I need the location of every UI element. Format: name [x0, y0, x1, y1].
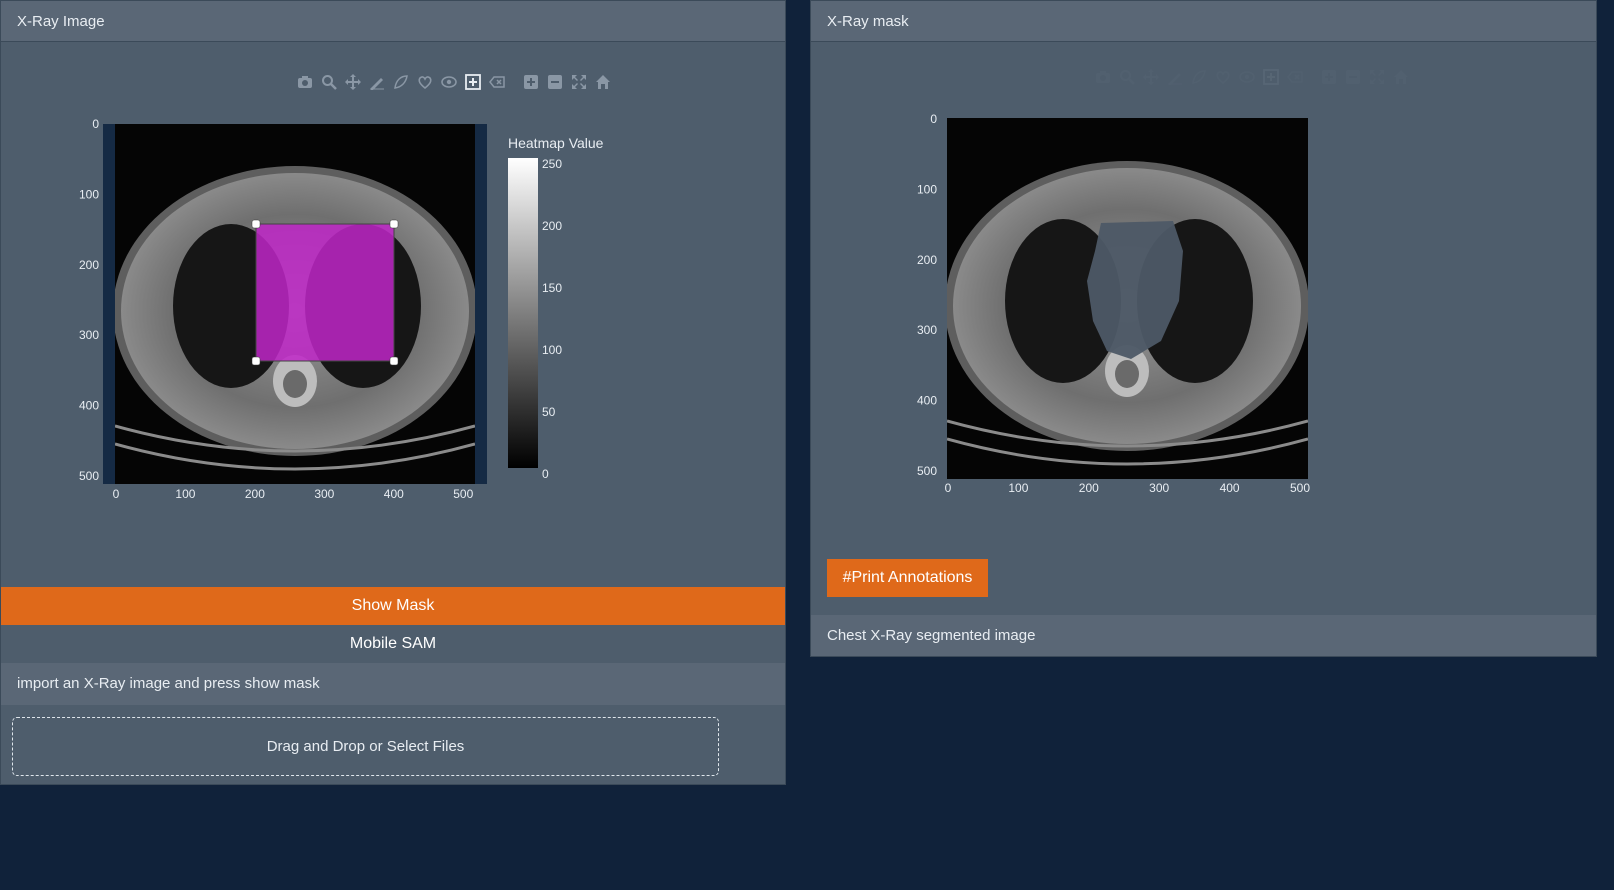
zoom-out-icon[interactable] — [545, 72, 564, 91]
draw-circle-icon[interactable] — [415, 72, 434, 91]
xray-mask-panel: X-Ray mask 0 100 200 300 400 500 0 100 200 300 40… — [810, 0, 1597, 657]
pan-icon[interactable] — [343, 72, 362, 91]
y-tick-label: 300 — [917, 323, 937, 337]
panel-title-xray-mask: X-Ray mask — [811, 1, 1596, 42]
x-tick-label: 300 — [1149, 481, 1169, 495]
mask-selection-rect[interactable] — [255, 223, 395, 362]
colorbar — [508, 158, 538, 468]
home-icon[interactable] — [593, 72, 612, 91]
plot-toolbar-hidden — [1093, 67, 1410, 86]
panel-title-xray-image: X-Ray Image — [1, 1, 785, 42]
autoscale-icon[interactable] — [1367, 67, 1386, 86]
y-tick-label: 400 — [917, 394, 937, 408]
x-tick-label: 100 — [1008, 481, 1028, 495]
y-tick-label: 300 — [79, 328, 99, 342]
x-tick-label: 100 — [175, 487, 195, 501]
instruction-text: import an X-Ray image and press show mas… — [1, 663, 785, 705]
xray-image-panel: X-Ray Image 0 100 200 300 400 500 0 100 … — [0, 0, 786, 785]
x-tick-label: 500 — [453, 487, 473, 501]
colorbar-title: Heatmap Value — [508, 135, 604, 151]
rect-handle-tl[interactable] — [251, 219, 261, 229]
y-tick-label: 100 — [917, 182, 937, 196]
y-tick-label: 500 — [917, 464, 937, 478]
erase-icon[interactable] — [1285, 67, 1304, 86]
home-icon[interactable] — [1391, 67, 1410, 86]
colorbar-tick-label: 50 — [542, 405, 556, 419]
zoom-out-icon[interactable] — [1343, 67, 1362, 86]
colorbar-tick-label: 250 — [542, 157, 562, 171]
erase-icon[interactable] — [487, 72, 506, 91]
eye-icon[interactable] — [1237, 67, 1256, 86]
rect-handle-bl[interactable] — [251, 356, 261, 366]
xray-mask-plot[interactable]: 0 100 200 300 400 500 0 100 200 300 400 500 — [911, 101, 1351, 501]
draw-line-icon[interactable] — [367, 72, 386, 91]
y-tick-label: 400 — [79, 399, 99, 413]
camera-icon[interactable] — [295, 72, 314, 91]
y-tick-label: 200 — [917, 253, 937, 267]
zoom-icon[interactable] — [319, 72, 338, 91]
mobile-sam-button[interactable]: Mobile SAM — [1, 625, 785, 663]
zoom-in-icon[interactable] — [1319, 67, 1338, 86]
y-tick-label: 0 — [92, 117, 99, 131]
pan-icon[interactable] — [1141, 67, 1160, 86]
y-tick-label: 0 — [930, 112, 937, 126]
zoom-in-icon[interactable] — [521, 72, 540, 91]
x-tick-label: 400 — [384, 487, 404, 501]
x-tick-label: 0 — [113, 487, 120, 501]
draw-rect-icon[interactable] — [1261, 67, 1280, 86]
draw-rect-icon[interactable] — [463, 72, 482, 91]
draw-closed-path-icon[interactable] — [391, 72, 410, 91]
draw-line-icon[interactable] — [1165, 67, 1184, 86]
x-tick-label: 300 — [314, 487, 334, 501]
y-tick-label: 100 — [79, 187, 99, 201]
x-tick-label: 200 — [245, 487, 265, 501]
y-tick-label: 200 — [79, 258, 99, 272]
colorbar-tick-label: 200 — [542, 219, 562, 233]
rect-handle-br[interactable] — [389, 356, 399, 366]
draw-circle-icon[interactable] — [1213, 67, 1232, 86]
colorbar-tick-label: 0 — [542, 467, 549, 481]
eye-icon[interactable] — [439, 72, 458, 91]
rect-handle-tr[interactable] — [389, 219, 399, 229]
show-mask-button[interactable]: Show Mask — [1, 587, 785, 625]
autoscale-icon[interactable] — [569, 72, 588, 91]
file-upload-dropzone[interactable]: Drag and Drop or Select Files — [12, 717, 719, 776]
x-tick-label: 500 — [1290, 481, 1310, 495]
camera-icon[interactable] — [1093, 67, 1112, 86]
colorbar-tick-label: 150 — [542, 281, 562, 295]
plot-toolbar — [295, 72, 612, 91]
colorbar-tick-label: 100 — [542, 343, 562, 357]
xray-image-plot[interactable]: 0 100 200 300 400 500 0100200300400500 Heatma… — [71, 106, 631, 516]
segmented-image-caption: Chest X-Ray segmented image — [811, 615, 1596, 656]
zoom-icon[interactable] — [1117, 67, 1136, 86]
print-annotations-button[interactable]: #Print Annotations — [827, 559, 988, 597]
draw-closed-path-icon[interactable] — [1189, 67, 1208, 86]
x-tick-label: 200 — [1079, 481, 1099, 495]
segmented-scan-image — [947, 118, 1308, 479]
x-tick-label: 0 — [945, 481, 952, 495]
x-tick-label: 400 — [1220, 481, 1240, 495]
y-tick-label: 500 — [79, 469, 99, 483]
